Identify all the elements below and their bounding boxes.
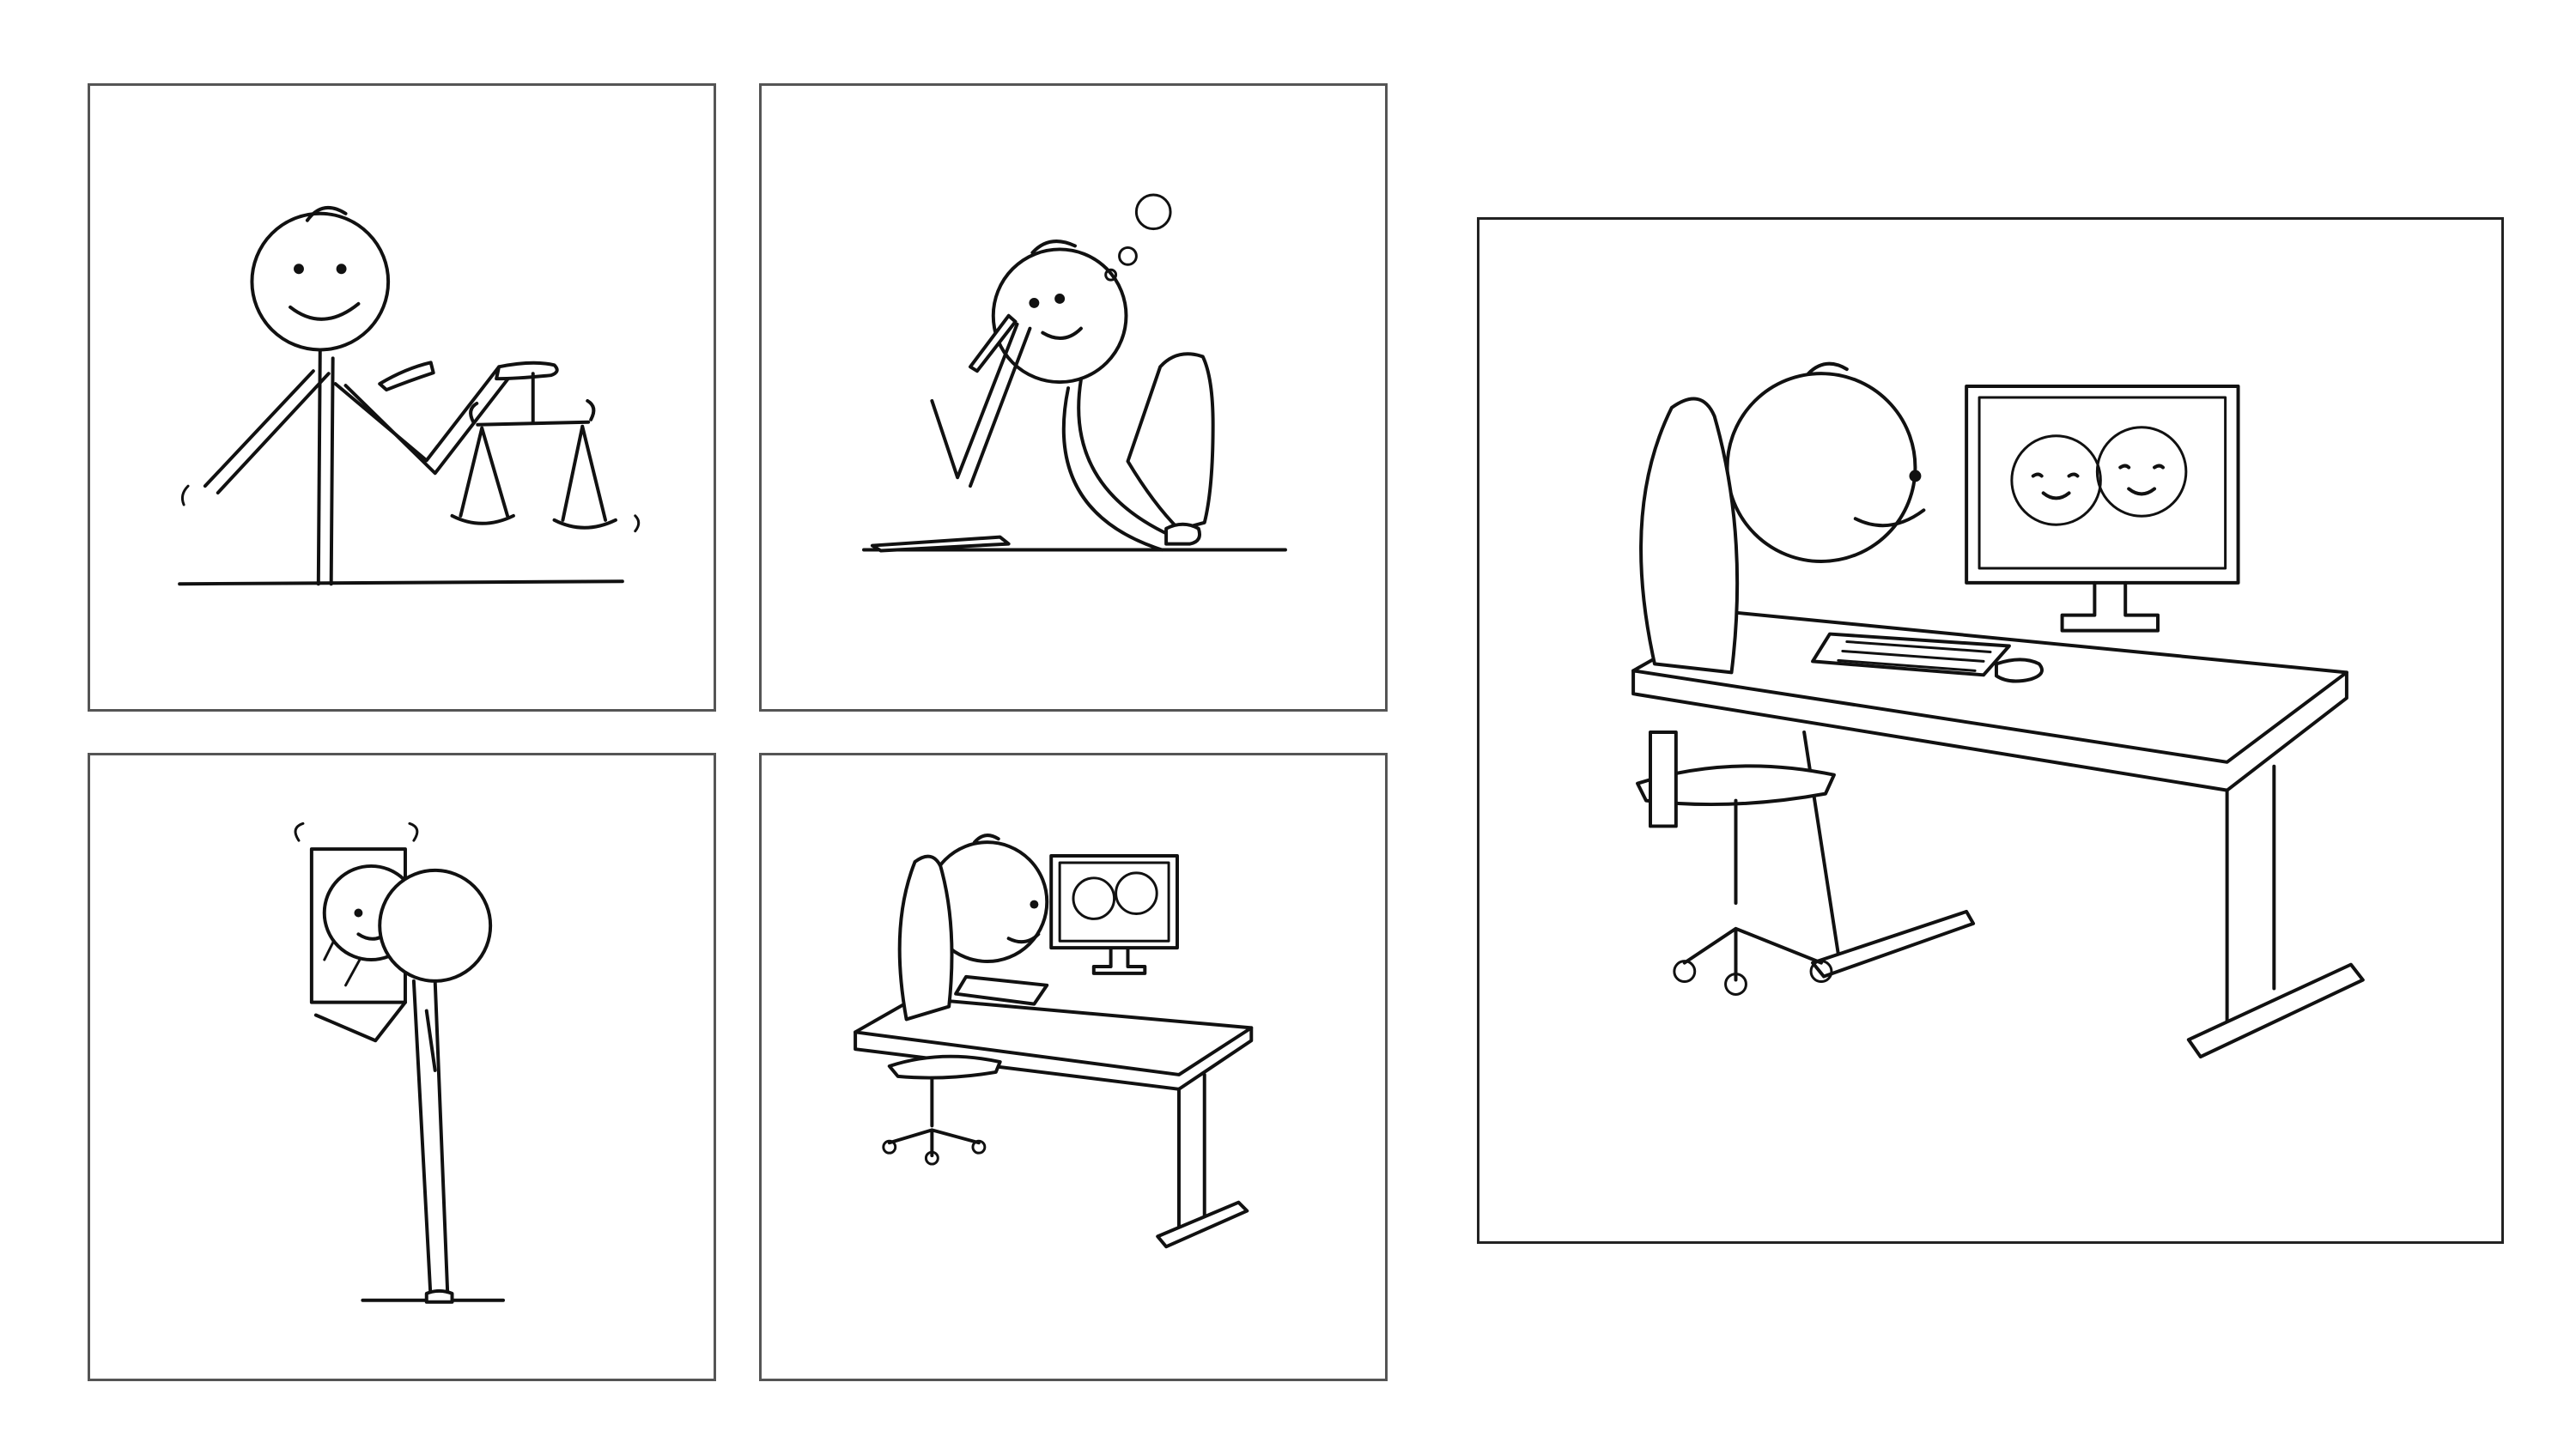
panel-video-call <box>759 753 1388 1381</box>
illustration-justice-scale <box>178 206 641 586</box>
illustration-looking-in-mirror <box>294 822 506 1304</box>
panel-thinking <box>759 83 1388 712</box>
illustration-video-call-small <box>854 834 1254 1249</box>
illustration-thinking-with-pen <box>862 193 1287 553</box>
panel-mirror <box>88 753 716 1381</box>
illustration-video-call-large <box>1631 361 2365 1059</box>
panel-justice-scale <box>88 83 716 712</box>
panel-video-call-large <box>1477 217 2504 1244</box>
